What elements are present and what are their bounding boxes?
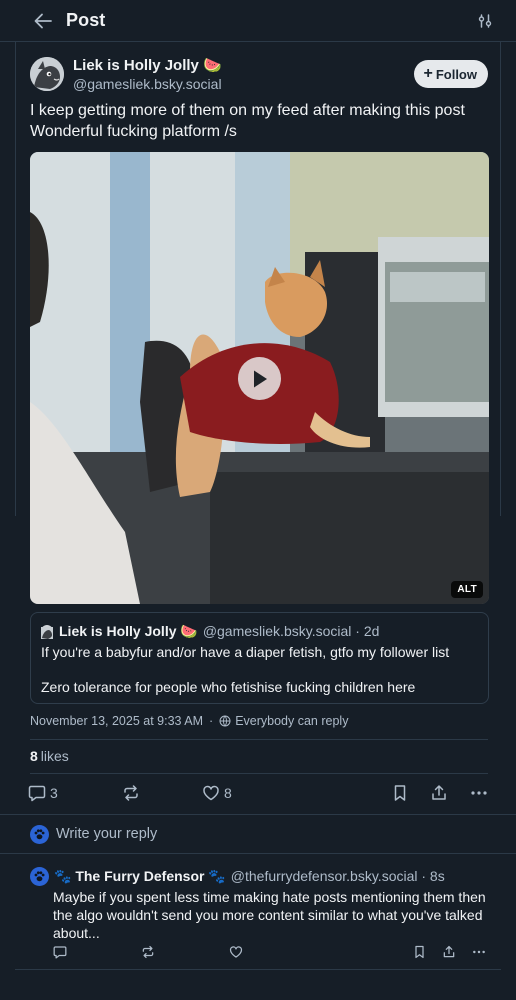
repost-button[interactable] <box>122 784 202 802</box>
bookmark-icon <box>415 945 424 959</box>
likes-count: 8 <box>30 748 38 764</box>
author-handle[interactable]: @gamesliek.bsky.social <box>73 75 222 93</box>
reply-text: Maybe if you spent less time making hate… <box>53 889 486 941</box>
reply-composer[interactable]: Write your reply <box>0 814 516 854</box>
reply-more-options-button[interactable] <box>472 945 486 959</box>
post-text-line: I keep getting more of them on my feed a… <box>30 102 465 119</box>
post-author-row: Liek is Holly Jolly 🍉 @gamesliek.bsky.so… <box>30 54 488 94</box>
video-embed[interactable]: ALT <box>30 152 489 604</box>
heart-icon <box>229 946 243 958</box>
comment-icon <box>28 785 46 802</box>
paw-icon <box>34 870 45 881</box>
reply-header: 🐾 The Furry Defensor 🐾 @thefurrydefensor… <box>30 866 488 886</box>
follow-label: Follow <box>435 66 477 82</box>
repost-icon <box>142 945 154 959</box>
post-actions: 3 8 <box>28 782 488 804</box>
reply-share-button[interactable] <box>442 945 456 959</box>
bookmark-icon <box>394 785 406 801</box>
share-icon <box>443 945 455 958</box>
reply-placeholder: Write your reply <box>56 826 158 842</box>
post-text: I keep getting more of them on my feed a… <box>30 100 488 142</box>
alt-badge[interactable]: ALT <box>451 581 483 598</box>
back-button[interactable] <box>32 10 54 32</box>
page-header: Post <box>0 0 516 42</box>
sliders-icon <box>478 13 492 28</box>
quoted-author-handle: @gamesliek.bsky.social · 2d <box>202 623 380 639</box>
likes-summary[interactable]: 8 likes <box>30 748 69 764</box>
post-text-line: Wonderful fucking platform /s <box>30 123 237 140</box>
quoted-post-header: Liek is Holly Jolly 🍉 @gamesliek.bsky.so… <box>41 622 478 640</box>
reply-button[interactable]: 3 <box>28 784 122 802</box>
reply-setting[interactable]: Everybody can reply <box>235 714 348 728</box>
reply-reply-button[interactable] <box>53 945 141 959</box>
quoted-post-paragraph: If you're a babyfur and/or have a diaper… <box>41 644 450 660</box>
ellipsis-icon <box>473 950 485 954</box>
quoted-author-avatar <box>41 625 53 639</box>
globe-icon <box>219 715 231 727</box>
quoted-post-paragraph: Zero tolerance for people who fetishise … <box>41 679 416 695</box>
post-timestamp: November 13, 2025 at 9:33 AM <box>30 714 204 728</box>
thread-frame-right <box>500 42 501 516</box>
divider <box>15 969 501 970</box>
author-name[interactable]: Liek is Holly Jolly 🍉 <box>73 56 222 75</box>
likes-label: likes <box>40 748 69 764</box>
reply-author-handle[interactable]: @thefurrydefensor.bsky.social · 8s <box>231 866 445 886</box>
share-icon <box>432 785 446 800</box>
paw-icon <box>34 828 45 839</box>
reply-post[interactable]: 🐾 The Furry Defensor 🐾 @thefurrydefensor… <box>30 866 488 942</box>
author-avatar[interactable] <box>30 57 64 91</box>
repost-icon <box>124 785 138 801</box>
quoted-author-name: Liek is Holly Jolly 🍉 <box>59 623 198 639</box>
page-title: Post <box>66 10 106 30</box>
reply-like-button[interactable] <box>229 945 243 959</box>
heart-icon <box>203 785 219 801</box>
ellipsis-icon <box>471 791 487 795</box>
post-meta: November 13, 2025 at 9:33 AM · Everybody… <box>30 714 348 728</box>
like-count: 8 <box>224 785 232 801</box>
more-options-button[interactable] <box>470 784 488 802</box>
arrow-left-icon <box>34 13 52 28</box>
bookmark-button[interactable] <box>392 784 408 802</box>
like-button[interactable]: 8 <box>202 784 232 802</box>
share-button[interactable] <box>430 784 448 802</box>
follow-button[interactable]: + Follow <box>414 60 488 88</box>
comment-icon <box>53 946 67 959</box>
quoted-post[interactable]: Liek is Holly Jolly 🍉 @gamesliek.bsky.so… <box>30 612 489 704</box>
plus-icon: + <box>423 65 433 82</box>
divider <box>30 739 488 740</box>
quoted-post-body: If you're a babyfur and/or have a diaper… <box>41 643 478 696</box>
play-icon <box>253 370 267 387</box>
reply-actions <box>53 944 486 960</box>
current-user-avatar <box>30 824 49 844</box>
thread-settings-button[interactable] <box>474 10 496 32</box>
meta-separator: · <box>209 714 214 728</box>
reply-repost-button[interactable] <box>141 945 229 959</box>
reply-author-name[interactable]: 🐾 The Furry Defensor 🐾 <box>54 866 226 886</box>
play-button[interactable] <box>238 357 281 400</box>
reply-bookmark-button[interactable] <box>413 945 426 959</box>
thread-frame-left <box>15 42 16 516</box>
divider <box>30 773 488 774</box>
reply-count: 3 <box>50 785 58 801</box>
reply-author-avatar[interactable] <box>30 866 49 886</box>
